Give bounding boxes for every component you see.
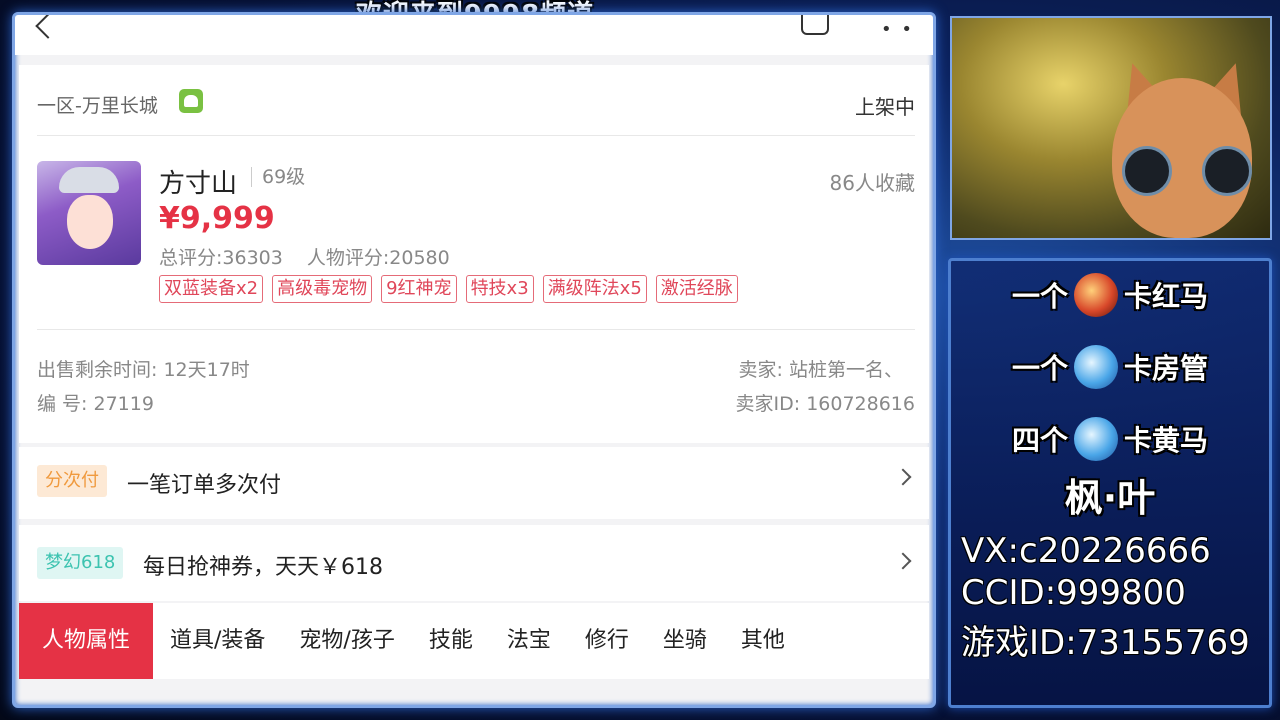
- installment-row[interactable]: 分次付 一笔订单多次付: [19, 447, 929, 519]
- listing-status: 上架中: [855, 95, 915, 119]
- red-orb-icon: [1074, 273, 1118, 317]
- price: ¥9,999: [159, 201, 275, 236]
- attribute-tabs: 人物属性 道具/装备 宠物/孩子 技能 法宝 修行 坐骑 其他: [19, 603, 929, 679]
- streamer-signature: 枫·叶: [1064, 476, 1156, 520]
- feature-tag: 满级阵法x5: [542, 275, 647, 303]
- android-icon: [179, 89, 203, 113]
- feature-tag: 双蓝装备x2: [159, 275, 264, 303]
- serial-number: 编 号: 27119: [37, 393, 154, 415]
- tab-character-attributes[interactable]: 人物属性: [19, 603, 153, 679]
- prize-count: 四个: [1011, 424, 1068, 457]
- feature-tag: 特技x3: [465, 275, 534, 303]
- contact-game-id: 游戏ID:73155769: [961, 623, 1250, 663]
- chevron-right-icon: [894, 468, 912, 486]
- contact-wechat: VX:c20226666: [961, 531, 1211, 571]
- feature-tag: 高级毒宠物: [272, 275, 373, 303]
- tab-pets-children[interactable]: 宠物/孩子: [282, 603, 411, 679]
- promo-text: 每日抢神券，天天￥618: [143, 555, 383, 580]
- avatar-crown: [59, 167, 119, 193]
- cat-eye: [1202, 146, 1252, 196]
- server-name: 一区-万里长城: [37, 95, 158, 117]
- character-school: 方寸山: [159, 169, 238, 199]
- contact-ccid: CCID:999800: [961, 573, 1186, 613]
- share-icon[interactable]: [801, 15, 829, 35]
- tab-mounts[interactable]: 坐骑: [646, 603, 724, 679]
- character-avatar[interactable]: [37, 161, 141, 265]
- divider: [37, 329, 915, 330]
- prize-label: 卡黄马: [1124, 424, 1209, 457]
- character-card: 一区-万里长城 上架中 方寸山 69级 86人收藏 ¥9,999 总评分:363…: [19, 65, 929, 443]
- prize-line: 四个 卡黄马: [951, 417, 1269, 461]
- more-options-icon[interactable]: • •: [881, 19, 914, 40]
- app-topbar: • •: [15, 15, 933, 55]
- seller-id: 卖家ID: 160728616: [735, 393, 915, 415]
- seller-name: 卖家: 站桩第一名、: [738, 359, 903, 381]
- installment-text: 一笔订单多次付: [127, 473, 282, 498]
- prize-count: 一个: [1011, 352, 1068, 385]
- back-arrow-icon[interactable]: [35, 15, 61, 39]
- phone-screen: • • 一区-万里长城 上架中 方寸山 69级 86人收藏 ¥9,999 总评分…: [12, 12, 936, 708]
- scores: 总评分:36303 人物评分:20580: [159, 243, 468, 270]
- installment-pill: 分次付: [37, 465, 107, 497]
- promo-row[interactable]: 梦幻618 每日抢神券，天天￥618: [19, 525, 929, 601]
- info-panel: 一个 卡红马 一个 卡房管 四个 卡黄马 枫·叶 VX:c20226666 CC…: [948, 258, 1272, 708]
- sale-remaining-time: 出售剩余时间: 12天17时: [37, 359, 250, 381]
- character-score: 人物评分:20580: [306, 247, 450, 269]
- divider: [37, 135, 915, 136]
- tab-skills[interactable]: 技能: [412, 603, 490, 679]
- tab-other[interactable]: 其他: [724, 603, 802, 679]
- total-score: 总评分:36303: [159, 247, 283, 269]
- cat-eye: [1122, 146, 1172, 196]
- promo-pill: 梦幻618: [37, 547, 124, 579]
- tab-treasures[interactable]: 法宝: [490, 603, 568, 679]
- feature-tags: 双蓝装备x2 高级毒宠物 9红神宠 特技x3 满级阵法x5 激活经脉: [159, 275, 738, 303]
- favorites-count: 86人收藏: [829, 171, 915, 195]
- webcam-feed: [950, 16, 1272, 240]
- prize-line: 一个 卡房管: [951, 345, 1269, 389]
- tab-cultivation[interactable]: 修行: [568, 603, 646, 679]
- blue-orb-icon: [1074, 417, 1118, 461]
- prize-line: 一个 卡红马: [951, 273, 1269, 317]
- prize-count: 一个: [1011, 280, 1068, 313]
- prize-label: 卡红马: [1124, 280, 1209, 313]
- blue-orb-icon: [1074, 345, 1118, 389]
- feature-tag: 激活经脉: [655, 275, 738, 303]
- tab-items-equipment[interactable]: 道具/装备: [153, 603, 282, 679]
- character-level: 69级: [251, 167, 305, 187]
- chevron-right-icon: [894, 552, 912, 570]
- avatar-face: [67, 195, 113, 249]
- prize-label: 卡房管: [1124, 352, 1209, 385]
- feature-tag: 9红神宠: [381, 275, 457, 303]
